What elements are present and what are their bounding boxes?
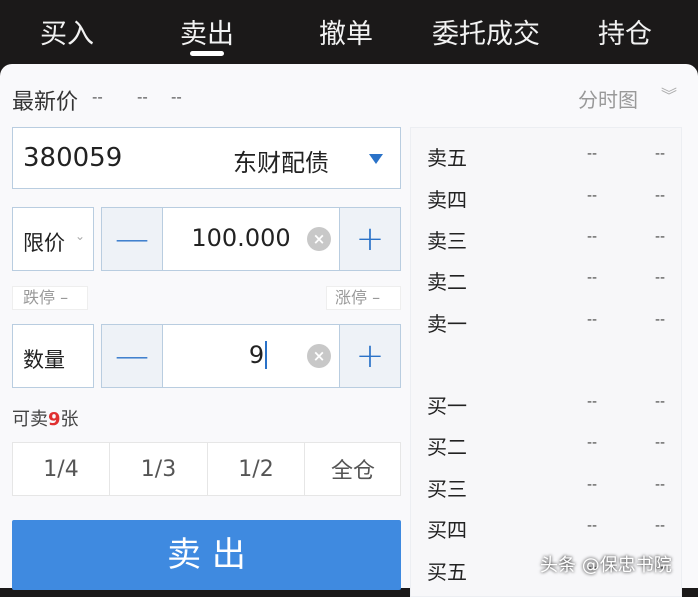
tab-sell[interactable]: 卖出 — [180, 12, 234, 51]
chart-link[interactable]: 分时图 — [578, 84, 638, 113]
ask-price: -- — [587, 312, 598, 328]
price-change: -- — [137, 88, 148, 106]
dropdown-triangle-icon — [369, 154, 383, 164]
ask-volume: -- — [655, 270, 666, 286]
quantity-label: 数量 — [23, 348, 65, 372]
ask-price: -- — [587, 270, 598, 286]
bid-label: 买五 — [427, 560, 467, 584]
ask-price: -- — [587, 229, 598, 245]
ask-volume: -- — [655, 229, 666, 245]
price-type: 限价 — [23, 231, 65, 255]
latest-price-label: 最新价 — [12, 90, 79, 115]
ask-price: -- — [587, 188, 598, 204]
sell-button[interactable]: 卖 出 — [12, 520, 401, 590]
minus-button[interactable]: — — [102, 208, 163, 270]
price-change-pct: -- — [171, 88, 182, 106]
order-book: 卖五 -- -- 卖四 -- -- 卖三 -- -- 卖二 -- -- 卖一 -- -- 买一 -- -- 买二 --… — [410, 127, 682, 597]
ask-volume: -- — [655, 188, 666, 204]
limit-down[interactable]: 跌停 – — [12, 286, 88, 310]
fraction-buttons: 1/4 1/3 1/2 全仓 — [12, 442, 401, 496]
minus-button[interactable]: — — [102, 325, 163, 387]
tab-buy[interactable]: 买入 — [40, 12, 94, 51]
bid-price: -- — [587, 435, 598, 451]
ask-price: -- — [587, 146, 598, 162]
plus-button[interactable]: + — [339, 325, 400, 387]
clear-icon[interactable]: × — [307, 344, 331, 368]
limit-up[interactable]: 涨停 – — [326, 286, 401, 310]
fraction-all-button[interactable]: 全仓 — [305, 443, 401, 495]
price-stepper: — 100.000 × + — [101, 207, 401, 271]
bid-volume: -- — [655, 435, 666, 451]
bid-volume: -- — [655, 518, 666, 534]
trade-panel: 最新价 -- -- -- 分时图 ︾ 380059 东财配债 限价 ⌄ — 10… — [0, 64, 698, 597]
tab-cancel[interactable]: 撤单 — [319, 12, 373, 51]
quantity-stepper: — 9 × + — [101, 324, 401, 388]
ask-volume: -- — [655, 312, 666, 328]
available-quantity: 可卖9张 — [12, 409, 79, 430]
security-code: 380059 — [23, 143, 123, 173]
chevron-down-icon[interactable]: ︾ — [661, 82, 677, 106]
security-name: 东财配债 — [233, 149, 329, 177]
ask-label: 卖二 — [427, 270, 467, 294]
chevron-down-icon: ⌄ — [75, 229, 86, 243]
quantity-label-box: 数量 — [12, 324, 94, 388]
bid-label: 买二 — [427, 435, 467, 459]
watermark: 头条 @保忠书院 — [540, 555, 672, 576]
fraction-third-button[interactable]: 1/3 — [110, 443, 208, 495]
price-type-select[interactable]: 限价 ⌄ — [12, 207, 94, 271]
ask-label: 卖三 — [427, 229, 467, 253]
ask-label: 卖五 — [427, 146, 467, 170]
ask-label: 卖一 — [427, 312, 467, 336]
latest-price: -- — [92, 88, 103, 106]
security-selector[interactable]: 380059 东财配债 — [12, 127, 401, 189]
bid-label: 买四 — [427, 518, 467, 542]
bid-price: -- — [587, 477, 598, 493]
active-tab-indicator — [190, 51, 224, 56]
ask-label: 卖四 — [427, 188, 467, 212]
plus-button[interactable]: + — [339, 208, 400, 270]
ask-volume: -- — [655, 146, 666, 162]
fraction-half-button[interactable]: 1/2 — [208, 443, 305, 495]
bid-volume: -- — [655, 394, 666, 410]
fraction-quarter-button[interactable]: 1/4 — [13, 443, 110, 495]
bid-volume: -- — [655, 477, 666, 493]
tab-orders[interactable]: 委托成交 — [432, 12, 540, 51]
tab-positions[interactable]: 持仓 — [598, 12, 652, 51]
clear-icon[interactable]: × — [307, 227, 331, 251]
bid-label: 买一 — [427, 394, 467, 418]
bid-price: -- — [587, 394, 598, 410]
bid-price: -- — [587, 518, 598, 534]
bid-label: 买三 — [427, 477, 467, 501]
